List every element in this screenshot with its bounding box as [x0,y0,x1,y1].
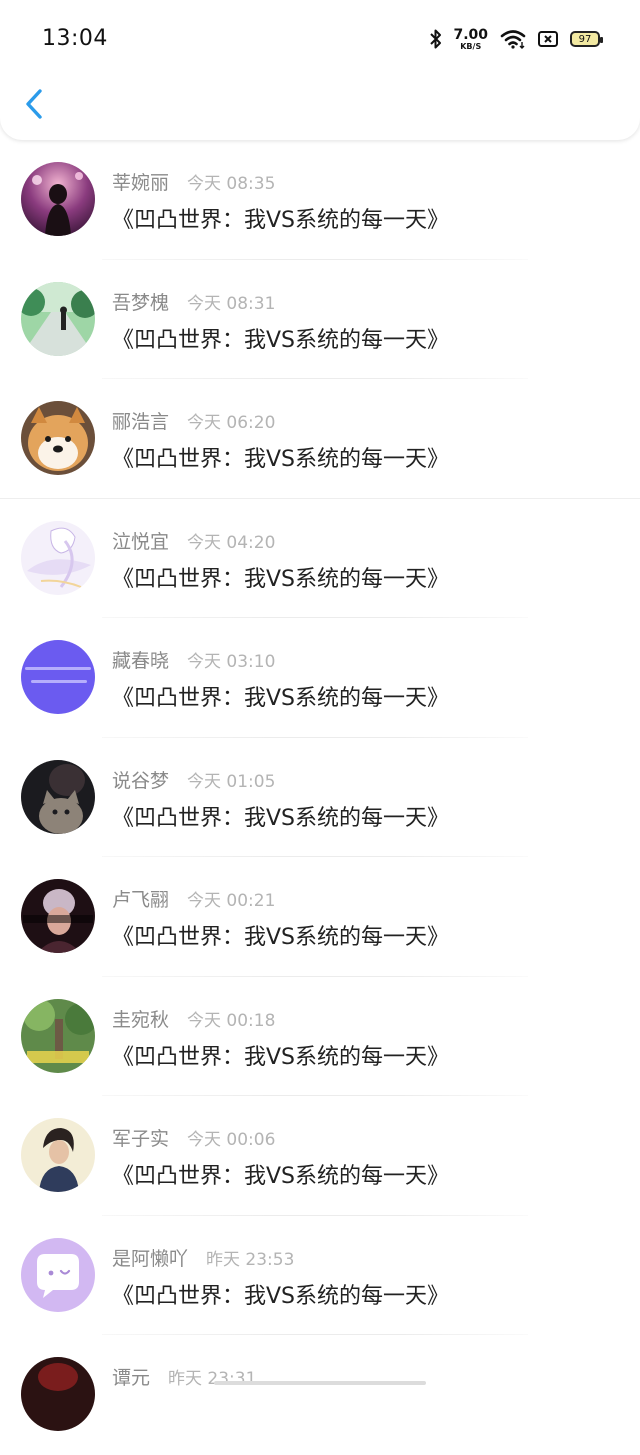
message-time: 今天 00:06 [187,1130,276,1150]
list-item[interactable]: 谭元 昨天 23:31 [0,1335,640,1455]
message-time: 昨天 23:53 [206,1249,295,1270]
avatar[interactable] [21,1357,95,1431]
list-item[interactable]: 说谷梦 今天 01:05 《凹凸世界：我VS系统的每一天》 [0,738,640,857]
network-speed: 7.00 KB/S [453,28,488,51]
message-time: 今天 04:20 [187,532,276,553]
sender-name: 是阿懒吖 [112,1247,189,1270]
sender-name: 莘婉丽 [112,172,170,194]
message-time: 今天 00:18 [187,1010,276,1031]
sender-name: 泣悦宜 [112,530,170,553]
message-text: 《凹凸世界：我VS系统的每一天》 [112,447,450,472]
avatar[interactable] [21,1237,95,1312]
list-item[interactable]: 吾梦槐 今天 08:31 《凹凸世界：我VS系统的每一天》 [0,260,640,379]
bluetooth-icon [429,28,443,50]
list-item[interactable]: 军子实 今天 00:06 《凹凸世界：我VS系统的每一天》 [0,1096,640,1216]
list-item[interactable]: 卢飞翮 今天 00:21 《凹凸世界：我VS系统的每一天》 [0,857,640,977]
avatar[interactable] [21,520,95,595]
avatar[interactable] [21,162,95,236]
back-button[interactable] [18,84,58,124]
message-time: 今天 01:05 [187,771,276,792]
sim-icon [538,31,558,47]
wifi-icon [500,29,526,49]
sender-name: 藏春晓 [112,650,170,672]
avatar[interactable] [21,281,95,356]
message-time: 今天 08:31 [187,293,276,314]
avatar[interactable] [21,759,95,834]
message-time: 今天 06:20 [187,413,276,433]
avatar[interactable] [21,401,95,475]
message-list: 莘婉丽 今天 08:35 《凹凸世界：我VS系统的每一天》 吾梦槐 今天 08:… [0,140,640,1455]
network-speed-unit: KB/S [460,41,482,51]
sender-name: 吾梦槐 [112,291,170,314]
sender-name: 圭宛秋 [112,1008,170,1031]
list-item[interactable]: 郦浩言 今天 06:20 《凹凸世界：我VS系统的每一天》 [0,379,640,499]
message-time: 今天 03:10 [187,652,276,672]
list-item[interactable]: 泣悦宜 今天 04:20 《凹凸世界：我VS系统的每一天》 [0,499,640,618]
avatar[interactable] [21,1118,95,1192]
status-time: 13:04 [42,26,108,51]
message-text: 《凹凸世界：我VS系统的每一天》 [112,327,450,353]
message-text: 《凹凸世界：我VS系统的每一天》 [112,686,450,711]
message-text: 《凹凸世界：我VS系统的每一天》 [112,566,450,592]
message-time: 今天 08:35 [187,174,276,194]
status-bar: 13:04 7.00 KB/S 97 [0,0,640,78]
list-item[interactable]: 圭宛秋 今天 00:18 《凹凸世界：我VS系统的每一天》 [0,977,640,1096]
message-text: 《凹凸世界：我VS系统的每一天》 [112,1044,450,1070]
message-text: 《凹凸世界：我VS系统的每一天》 [112,208,450,233]
avatar[interactable] [21,640,95,714]
sender-name: 说谷梦 [112,769,170,792]
message-text: 《凹凸世界：我VS系统的每一天》 [112,925,450,950]
chevron-left-icon [26,89,42,119]
network-speed-value: 7.00 [453,26,488,43]
avatar[interactable] [21,998,95,1073]
top-bar: 13:04 7.00 KB/S 97 [0,0,640,140]
list-item[interactable]: 是阿懒吖 昨天 23:53 《凹凸世界：我VS系统的每一天》 [0,1216,640,1335]
message-time: 今天 00:21 [187,891,276,911]
list-item[interactable]: 藏春晓 今天 03:10 《凹凸世界：我VS系统的每一天》 [0,618,640,738]
home-indicator[interactable] [214,1381,426,1385]
sender-name: 谭元 [112,1367,151,1389]
battery-icon: 97 [570,31,603,47]
sender-name: 卢飞翮 [112,889,170,911]
message-text: 《凹凸世界：我VS系统的每一天》 [112,1283,450,1309]
message-text: 《凹凸世界：我VS系统的每一天》 [112,1164,450,1189]
status-icons: 7.00 KB/S 97 [417,24,603,54]
message-text: 《凹凸世界：我VS系统的每一天》 [112,805,450,831]
sender-name: 郦浩言 [112,411,170,433]
message-time: 昨天 23:31 [168,1369,257,1389]
avatar[interactable] [21,879,95,953]
list-item[interactable]: 莘婉丽 今天 08:35 《凹凸世界：我VS系统的每一天》 [0,140,640,260]
sender-name: 军子实 [112,1128,170,1150]
